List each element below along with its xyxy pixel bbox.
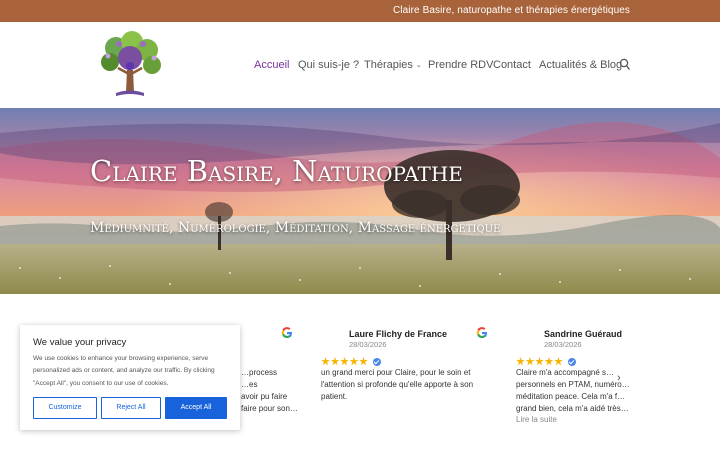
customize-button[interactable]: Customize <box>33 397 97 419</box>
top-bar-text: Claire Basire, naturopathe et thérapies … <box>392 5 630 16</box>
review-date: 28/03/2026 <box>544 340 582 349</box>
cookie-title: We value your privacy <box>33 337 127 348</box>
review-text: un grand merci pour Claire, pour le soin… <box>321 368 474 401</box>
review-text-line: Claire m'a accompagné s… <box>516 368 615 377</box>
google-icon <box>476 327 487 338</box>
hero-subtitle: Médiumnité, Numérologie, Méditation, Mas… <box>90 220 501 236</box>
read-more-link[interactable]: Lire la suite <box>516 415 557 424</box>
nav-prendre-rdv[interactable]: Prendre RDV <box>428 59 493 71</box>
site-header: Accueil Qui suis-je ? Thérapies ⌄ Prendre… <box>0 22 720 108</box>
hero-title: Claire Basire, Naturopathe <box>90 154 463 188</box>
star-rating <box>321 353 381 366</box>
nav-therapies-label: Thérapies <box>364 59 413 71</box>
nav-actualites-blog[interactable]: Actualités & Blog <box>539 59 622 71</box>
review-text-line: …process <box>241 368 278 377</box>
nav-accueil[interactable]: Accueil <box>254 59 289 71</box>
review-text-line: grand bien, cela m'a aidé très… <box>516 404 629 413</box>
review-text-line: personnels en PTAM, numéro… <box>516 380 630 389</box>
nav-therapies[interactable]: Thérapies ⌄ <box>364 59 422 71</box>
review-text-line: faire pour son… <box>241 404 298 413</box>
verified-badge-icon <box>372 358 381 366</box>
search-icon[interactable] <box>619 58 631 72</box>
chevron-right-icon[interactable]: › <box>617 372 621 384</box>
review-text-line: …es <box>241 380 258 389</box>
reviewer-name: Sandrine Guéraud <box>544 329 623 339</box>
accept-all-button[interactable]: Accept All <box>165 397 227 419</box>
cookie-consent-banner: We value your privacy We use cookies to … <box>20 325 240 430</box>
reject-all-button[interactable]: Reject All <box>101 397 161 419</box>
hero-background-image <box>0 108 720 294</box>
chevron-down-icon: ⌄ <box>415 62 422 69</box>
google-icon <box>281 327 292 338</box>
cookie-body: We use cookies to enhance your browsing … <box>33 355 215 387</box>
reviewer-name: Laure Flichy de France <box>349 329 448 339</box>
hero-banner: Claire Basire, Naturopathe Médiumnité, N… <box>0 108 720 294</box>
review-text-line: méditation peace. Cela m'a f… <box>516 392 626 401</box>
nav-contact[interactable]: Contact <box>493 59 531 71</box>
verified-badge-icon <box>567 358 576 366</box>
review-text-line: avoir pu faire <box>241 392 288 401</box>
review-date: 28/03/2026 <box>349 340 387 349</box>
star-rating <box>516 353 576 366</box>
top-bar: Claire Basire, naturopathe et thérapies … <box>0 0 720 22</box>
nav-qui-suis-je[interactable]: Qui suis-je ? <box>298 59 359 71</box>
tree-of-life-logo[interactable] <box>96 30 164 100</box>
